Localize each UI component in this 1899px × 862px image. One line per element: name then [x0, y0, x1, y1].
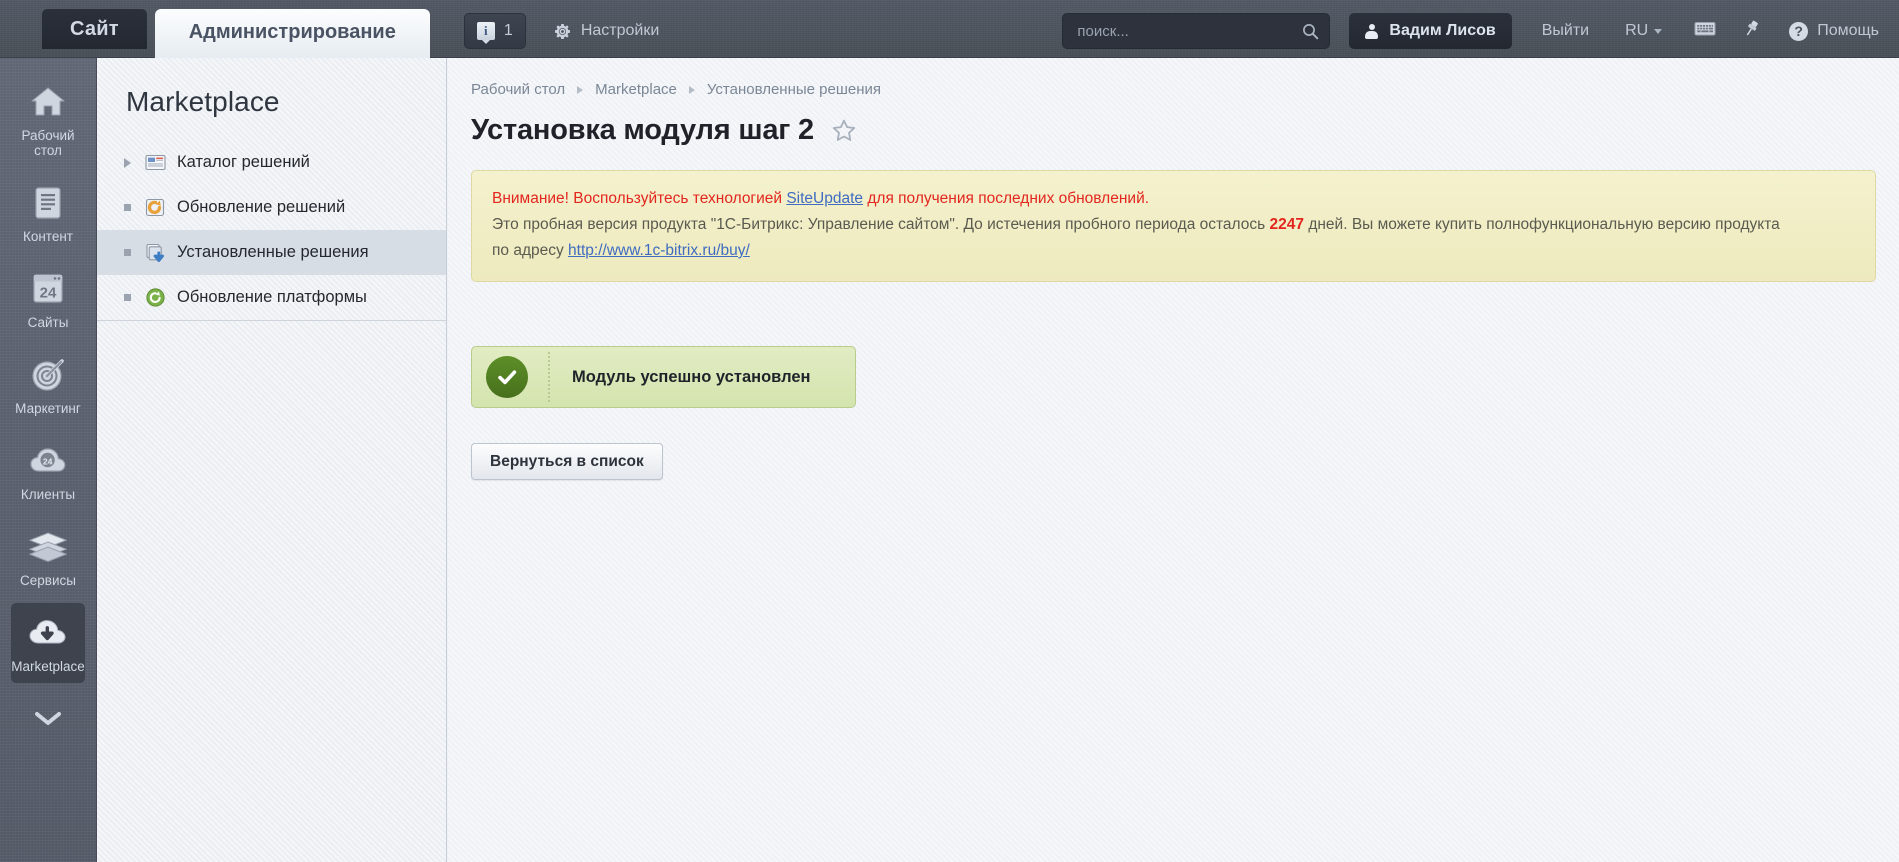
menu-item-label: Обновление решений	[177, 198, 346, 216]
star-icon[interactable]	[832, 119, 856, 142]
platform-update-icon	[145, 287, 166, 308]
top-header-bar: Сайт Администрирование i 1 Настройки Вад…	[0, 0, 1899, 58]
left-icon-rail: Рабочий стол Контент 24 Сайты Маркетинг …	[0, 58, 97, 862]
warning-text-a: Внимание! Воспользуйтесь технологией	[492, 190, 787, 207]
user-name: Вадим Лисов	[1389, 22, 1496, 39]
back-to-list-button[interactable]: Вернуться в список	[471, 443, 663, 480]
menu-item-installed-solutions[interactable]: Установленные решения	[97, 230, 446, 275]
catalog-icon	[145, 152, 166, 173]
sidebar-item-label: Marketplace	[11, 659, 85, 674]
bullet-square-icon	[124, 249, 134, 256]
chevron-down-icon	[1654, 28, 1663, 34]
search-icon[interactable]	[1302, 23, 1319, 40]
pin-icon	[1742, 19, 1761, 43]
trial-text-a: Это пробная версия продукта "1С-Битрикс:…	[492, 216, 1270, 233]
logout-link[interactable]: Выйти	[1542, 13, 1589, 49]
main-content-area: Рабочий стол Marketplace Установленные р…	[448, 58, 1899, 862]
keyboard-shortcuts-button[interactable]	[1694, 13, 1716, 49]
search-box[interactable]	[1062, 13, 1331, 49]
cloud-24-icon: 24	[30, 442, 66, 480]
tab-administration[interactable]: Администрирование	[154, 9, 430, 58]
tab-site[interactable]: Сайт	[42, 9, 147, 49]
siteupdate-link[interactable]: SiteUpdate	[786, 190, 863, 207]
breadcrumb-item-installed-solutions[interactable]: Установленные решения	[707, 81, 881, 98]
expand-triangle-icon	[124, 157, 134, 168]
warning-line-2: Это пробная версия продукта "1С-Битрикс:…	[492, 212, 1855, 238]
sidebar-item-label: Рабочий стол	[21, 128, 75, 158]
breadcrumb-item-desktop[interactable]: Рабочий стол	[471, 81, 565, 98]
language-label: RU	[1625, 22, 1649, 39]
installed-icon	[145, 242, 166, 263]
window-24-icon: 24	[31, 270, 65, 308]
menu-item-solutions-catalog[interactable]: Каталог решений	[97, 140, 446, 185]
menu-item-label: Каталог решений	[177, 153, 310, 171]
cloud-download-icon	[29, 614, 67, 652]
sidebar-item-clients[interactable]: 24 Клиенты	[11, 431, 85, 511]
trial-warning-box: Внимание! Воспользуйтесь технологией Sit…	[471, 170, 1876, 282]
user-menu-button[interactable]: Вадим Лисов	[1349, 13, 1512, 49]
target-icon	[31, 356, 65, 394]
language-switcher[interactable]: RU	[1625, 13, 1663, 49]
help-link[interactable]: ? Помощь	[1789, 13, 1879, 49]
sidebar-item-label: Клиенты	[20, 487, 76, 502]
notifications-count: 1	[503, 22, 513, 39]
success-message-text: Модуль успешно установлен	[572, 367, 811, 386]
svg-text:24: 24	[40, 285, 57, 302]
sidebar-item-label: Сервисы	[20, 573, 76, 588]
gear-icon	[554, 23, 571, 40]
person-icon	[1365, 23, 1379, 39]
trial-text-b: дней. Вы можете купить полнофункциональн…	[1304, 216, 1780, 233]
pin-button[interactable]	[1742, 13, 1761, 49]
keyboard-icon	[1694, 20, 1716, 42]
sidebar-item-desktop[interactable]: Рабочий стол	[11, 72, 85, 167]
sidebar-item-sites[interactable]: 24 Сайты	[11, 259, 85, 339]
warning-line-1: Внимание! Воспользуйтесь технологией Sit…	[492, 186, 1855, 212]
section-title: Marketplace	[126, 86, 280, 117]
info-icon: i	[476, 22, 495, 44]
bullet-square-icon	[124, 204, 134, 211]
menu-item-label: Обновление платформы	[177, 288, 367, 306]
menu-item-solutions-update[interactable]: Обновление решений	[97, 185, 446, 230]
warning-text-b: для получения последних обновлений.	[863, 190, 1150, 207]
breadcrumb-separator-icon	[577, 85, 584, 94]
chevron-down-icon	[35, 700, 61, 738]
breadcrumb-item-marketplace[interactable]: Marketplace	[595, 81, 677, 98]
sidebar-item-label: Маркетинг	[15, 401, 81, 416]
page-title: Установка модуля шаг 2	[471, 114, 814, 146]
home-icon	[30, 83, 66, 121]
update-icon	[145, 197, 166, 218]
menu-item-label: Установленные решения	[177, 243, 369, 261]
sidebar-item-marketplace[interactable]: Marketplace	[11, 603, 85, 683]
breadcrumb: Рабочий стол Marketplace Установленные р…	[448, 58, 1899, 98]
sidebar-item-services[interactable]: Сервисы	[11, 517, 85, 597]
sidebar-item-label: Контент	[22, 229, 73, 244]
buy-url-link[interactable]: http://www.1c-bitrix.ru/buy/	[568, 242, 750, 259]
sidebar-item-label: Сайты	[27, 315, 69, 330]
page-title-row: Установка модуля шаг 2	[448, 98, 1899, 147]
layers-icon	[29, 528, 67, 566]
sidebar-item-content[interactable]: Контент	[11, 173, 85, 253]
trial-days-remaining: 2247	[1269, 216, 1305, 233]
sidebar-item-more[interactable]	[11, 689, 85, 747]
bullet-square-icon	[124, 294, 134, 301]
section-menu-panel: Marketplace Каталог решений Обновление р…	[97, 58, 447, 862]
menu-item-platform-update[interactable]: Обновление платформы	[97, 275, 446, 320]
settings-link[interactable]: Настройки	[554, 13, 659, 49]
svg-text:24: 24	[43, 456, 53, 466]
buy-text-a: по адресу	[492, 242, 569, 259]
success-box-divider	[548, 352, 550, 402]
breadcrumb-separator-icon	[688, 85, 695, 94]
warning-line-3: по адресу http://www.1c-bitrix.ru/buy/	[492, 238, 1855, 264]
success-message-box: Модуль успешно установлен	[471, 346, 856, 408]
notifications-button[interactable]: i 1	[463, 13, 526, 49]
sidebar-item-marketing[interactable]: Маркетинг	[11, 345, 85, 425]
document-icon	[32, 184, 64, 222]
search-input[interactable]	[1077, 22, 1303, 40]
settings-label: Настройки	[580, 22, 660, 39]
check-circle-icon	[486, 356, 528, 398]
section-menu-list: Каталог решений Обновление решений Устан…	[97, 140, 446, 321]
help-label: Помощь	[1817, 22, 1879, 39]
question-mark-icon: ?	[1789, 21, 1809, 41]
